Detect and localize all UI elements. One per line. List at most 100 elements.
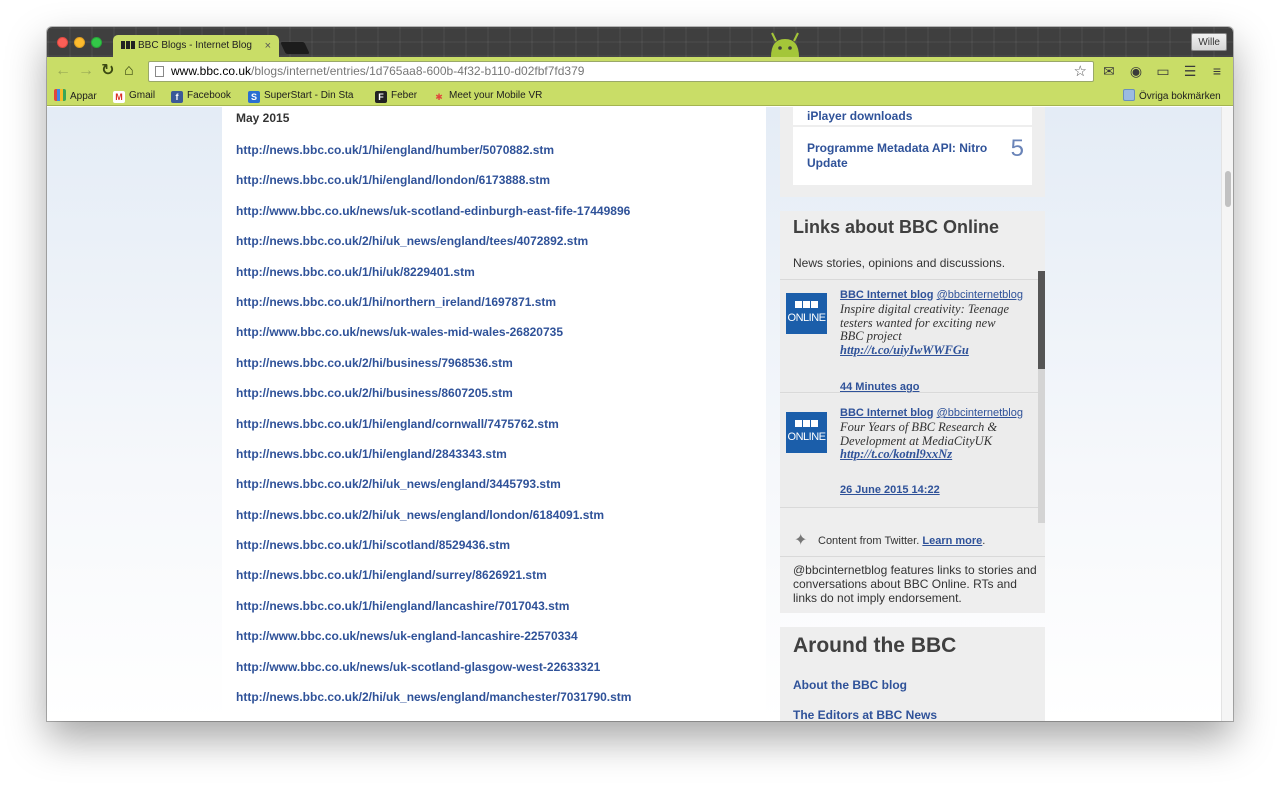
- list-item: http://news.bbc.co.uk/1/hi/england/lanca…: [236, 597, 631, 627]
- news-link[interactable]: http://news.bbc.co.uk/1/hi/england/28433…: [236, 447, 507, 461]
- about-bbc-blog-link[interactable]: About the BBC blog: [793, 678, 907, 692]
- tweet-feed-scroll-thumb[interactable]: [1038, 271, 1045, 369]
- page-scrollbar[interactable]: [1221, 107, 1233, 721]
- tweet-text: Inspire digital creativity: Teenage test…: [840, 302, 1020, 357]
- news-link[interactable]: http://news.bbc.co.uk/2/hi/uk_news/engla…: [236, 477, 561, 491]
- minimize-window-button[interactable]: [74, 37, 85, 48]
- chrome-menu-icon[interactable]: ≡: [1208, 63, 1226, 79]
- forward-arrow-icon[interactable]: →: [78, 62, 94, 80]
- tweet-header: BBC Internet blog @bbcinternetblog: [840, 407, 1023, 419]
- facebook-icon: f: [171, 91, 183, 103]
- cast-icon[interactable]: ▭: [1154, 63, 1172, 79]
- list-item: http://news.bbc.co.uk/2/hi/business/7968…: [236, 354, 631, 384]
- bookmark-feber[interactable]: F Feber: [375, 89, 417, 103]
- bookmark-label: SuperStart - Din Sta: [264, 90, 354, 101]
- bookmark-label: Gmail: [129, 90, 156, 101]
- reload-icon[interactable]: ↻: [101, 62, 114, 80]
- news-link[interactable]: http://www.bbc.co.uk/news/uk-wales-mid-w…: [236, 325, 563, 339]
- tweet-body: Four Years of BBC Research & Development…: [840, 420, 998, 448]
- address-bar[interactable]: www.bbc.co.uk/blogs/internet/entries/1d7…: [148, 61, 1094, 82]
- new-tab-button[interactable]: [280, 42, 310, 54]
- home-icon[interactable]: ⌂: [124, 62, 134, 80]
- news-link[interactable]: http://news.bbc.co.uk/1/hi/northern_irel…: [236, 295, 556, 309]
- news-link[interactable]: http://www.bbc.co.uk/news/uk-england-lan…: [236, 629, 578, 643]
- list-item: http://www.bbc.co.uk/news/uk-england-lan…: [236, 627, 631, 657]
- zoom-window-button[interactable]: [91, 37, 102, 48]
- folder-icon: [1123, 89, 1135, 101]
- news-link[interactable]: http://news.bbc.co.uk/2/hi/business/8607…: [236, 386, 513, 400]
- profile-user-button[interactable]: Wille: [1191, 33, 1227, 51]
- popular-item-link[interactable]: Programme Metadata API: Nitro Update: [807, 141, 997, 171]
- page-scroll-thumb[interactable]: [1225, 171, 1231, 207]
- editors-bbc-news-link[interactable]: The Editors at BBC News: [793, 708, 937, 721]
- links-about-subtitle: News stories, opinions and discussions.: [793, 256, 1006, 270]
- list-item: http://www.bbc.co.uk/news/uk-wales-mid-w…: [236, 323, 631, 353]
- bookmark-appar[interactable]: Appar: [54, 89, 97, 104]
- mail-extension-icon[interactable]: ✉: [1100, 63, 1118, 79]
- news-link[interactable]: http://news.bbc.co.uk/1/hi/england/cornw…: [236, 417, 559, 431]
- news-link[interactable]: http://news.bbc.co.uk/1/hi/england/londo…: [236, 173, 550, 187]
- list-item: http://news.bbc.co.uk/2/hi/uk_news/engla…: [236, 506, 631, 536]
- tweet-time[interactable]: 26 June 2015 14:22: [840, 484, 940, 496]
- browser-window: BBC Blogs - Internet Blog × Wille ← → ↻ …: [47, 27, 1233, 721]
- news-link[interactable]: http://news.bbc.co.uk/1/hi/uk/8229401.st…: [236, 265, 475, 279]
- meet-icon: ✱: [435, 92, 443, 102]
- bbc-blocks: B BC: [795, 301, 818, 334]
- tab-close-icon[interactable]: ×: [265, 35, 271, 57]
- popular-item-link[interactable]: iPlayer downloads: [807, 109, 912, 123]
- bookmark-facebook[interactable]: f Facebook: [171, 89, 231, 103]
- tweet-link[interactable]: http://t.co/kotnl9xxNz: [840, 447, 952, 461]
- tweet-text: Four Years of BBC Research & Development…: [840, 420, 1020, 462]
- tab-title: BBC Blogs - Internet Blog: [138, 40, 252, 51]
- news-link[interactable]: http://news.bbc.co.uk/1/hi/scotland/8529…: [236, 538, 510, 552]
- list-item: http://news.bbc.co.uk/1/hi/england/humbe…: [236, 141, 631, 171]
- news-link[interactable]: http://news.bbc.co.uk/1/hi/england/surre…: [236, 568, 547, 582]
- learn-more-link[interactable]: Learn more: [922, 535, 982, 547]
- bookmark-superstart[interactable]: S SuperStart - Din Sta: [248, 89, 363, 103]
- url-path: /blogs/internet/entries/1d765aa8-600b-4f…: [251, 64, 585, 78]
- news-link[interactable]: http://news.bbc.co.uk/1/hi/england/lanca…: [236, 599, 569, 613]
- popular-posts-box: iPlayer downloads Programme Metadata API…: [780, 107, 1045, 197]
- around-the-bbc-box: Around the BBC About the BBC blog The Ed…: [780, 627, 1045, 721]
- news-link[interactable]: http://www.bbc.co.uk/news/uk-scotland-ed…: [236, 204, 630, 218]
- list-item: http://news.bbc.co.uk/1/hi/england/londo…: [236, 171, 631, 201]
- tweet-handle[interactable]: @bbcinternetblog: [937, 289, 1023, 301]
- android-theme-icon: [771, 32, 799, 57]
- layers-extension-icon[interactable]: ☰: [1181, 63, 1199, 79]
- main-column: May 2015 http://news.bbc.co.uk/1/hi/engl…: [222, 107, 766, 721]
- list-item: http://news.bbc.co.uk/1/hi/scotland/8529…: [236, 536, 631, 566]
- news-link[interactable]: http://www.bbc.co.uk/news/uk-scotland-gl…: [236, 660, 600, 674]
- tweet-author[interactable]: BBC Internet blog: [840, 289, 934, 301]
- news-link[interactable]: http://news.bbc.co.uk/2/hi/uk_news/engla…: [236, 234, 588, 248]
- extension-circle-icon[interactable]: ◉: [1127, 63, 1145, 79]
- list-item: http://news.bbc.co.uk/1/hi/england/28433…: [236, 445, 631, 475]
- close-window-button[interactable]: [57, 37, 68, 48]
- tweet-handle[interactable]: @bbcinternetblog: [937, 407, 1023, 419]
- bookmark-star-icon[interactable]: ☆: [1074, 62, 1087, 81]
- news-link[interactable]: http://news.bbc.co.uk/2/hi/uk_news/engla…: [236, 508, 604, 522]
- links-about-box: Links about BBC Online News stories, opi…: [780, 211, 1045, 613]
- superstart-icon: S: [248, 91, 260, 103]
- feber-icon: F: [375, 91, 387, 103]
- list-item: http://news.bbc.co.uk/1/hi/uk/8229401.st…: [236, 263, 631, 293]
- bookmark-meet-mobile-vr[interactable]: ✱ Meet your Mobile VR: [433, 89, 546, 103]
- bbc-online-text: ONLINE: [787, 431, 826, 443]
- endorsement-text: @bbcinternetblog features links to stori…: [793, 563, 1037, 605]
- tweet-author[interactable]: BBC Internet blog: [840, 407, 934, 419]
- news-link[interactable]: http://news.bbc.co.uk/1/hi/england/humbe…: [236, 143, 554, 157]
- news-link[interactable]: http://news.bbc.co.uk/2/hi/uk_news/engla…: [236, 690, 631, 704]
- tweet-time[interactable]: 44 Minutes ago: [840, 381, 919, 393]
- back-arrow-icon[interactable]: ←: [55, 62, 71, 80]
- popular-item-partial: iPlayer downloads: [793, 107, 1032, 125]
- gmail-icon: M: [113, 91, 125, 103]
- popular-item: Programme Metadata API: Nitro Update 5: [793, 127, 1032, 185]
- tab-bbc-blogs[interactable]: BBC Blogs - Internet Blog ×: [113, 35, 279, 57]
- tweet-link[interactable]: http://t.co/uiyIwWWFGu: [840, 343, 969, 357]
- page-viewport: May 2015 http://news.bbc.co.uk/1/hi/engl…: [47, 107, 1221, 721]
- list-item: http://news.bbc.co.uk/1/hi/northern_irel…: [236, 293, 631, 323]
- tweet-feed-scrollbar[interactable]: [1038, 271, 1045, 523]
- bookmark-gmail[interactable]: M Gmail: [113, 89, 155, 103]
- bookmark-other-folder[interactable]: Övriga bokmärken: [1123, 89, 1221, 104]
- twitter-bird-icon: ✦: [794, 532, 808, 549]
- news-link[interactable]: http://news.bbc.co.uk/2/hi/business/7968…: [236, 356, 513, 370]
